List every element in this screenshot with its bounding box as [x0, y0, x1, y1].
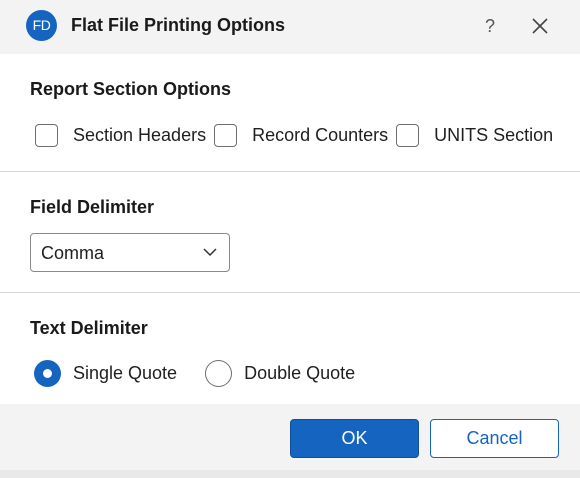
- chevron-down-icon: [203, 248, 217, 257]
- radio-selected-icon[interactable]: [34, 360, 61, 387]
- section-headers-label[interactable]: Section Headers: [73, 125, 206, 146]
- single-quote-label[interactable]: Single Quote: [73, 363, 177, 384]
- double-quote-label[interactable]: Double Quote: [244, 363, 355, 384]
- report-section-checkboxes: Section Headers Record Counters UNITS Se…: [35, 124, 561, 147]
- dialog-footer: OK Cancel: [0, 404, 580, 478]
- checkbox-box[interactable]: [214, 124, 238, 147]
- cancel-button[interactable]: Cancel: [430, 419, 559, 458]
- title-bar: FD Flat File Printing Options ?: [0, 0, 580, 54]
- single-quote-radio[interactable]: Single Quote: [34, 360, 177, 387]
- ok-button[interactable]: OK: [290, 419, 419, 458]
- text-delimiter-heading: Text Delimiter: [30, 318, 148, 338]
- field-delimiter-heading: Field Delimiter: [30, 197, 155, 217]
- radio-unselected-icon[interactable]: [205, 360, 233, 387]
- checkbox-box[interactable]: [35, 124, 58, 147]
- report-section-options-group: Report Section Options Section Headers R…: [0, 54, 580, 172]
- double-quote-radio[interactable]: Double Quote: [205, 360, 355, 387]
- units-section-checkbox[interactable]: UNITS Section: [396, 124, 553, 147]
- text-delimiter-radios: Single Quote Double Quote: [34, 360, 383, 387]
- section-headers-checkbox[interactable]: Section Headers: [35, 124, 206, 147]
- window-bottom-edge: [0, 470, 580, 478]
- field-delimiter-select[interactable]: Comma: [30, 233, 230, 272]
- field-delimiter-group: Field Delimiter Comma: [0, 173, 580, 293]
- close-icon: [532, 18, 548, 34]
- report-section-options-heading: Report Section Options: [30, 79, 232, 99]
- flat-file-printing-options-dialog: FD Flat File Printing Options ? Report S…: [0, 0, 580, 478]
- text-delimiter-group: Text Delimiter Single Quote Double Quote: [0, 294, 580, 404]
- record-counters-label[interactable]: Record Counters: [252, 125, 388, 146]
- close-button[interactable]: [526, 12, 554, 40]
- checkbox-box[interactable]: [396, 124, 420, 147]
- record-counters-checkbox[interactable]: Record Counters: [214, 124, 388, 147]
- field-delimiter-value: Comma: [41, 243, 105, 263]
- help-button[interactable]: ?: [478, 14, 502, 38]
- app-icon: FD: [26, 10, 57, 41]
- units-section-label[interactable]: UNITS Section: [434, 125, 553, 146]
- dialog-title: Flat File Printing Options: [71, 15, 285, 35]
